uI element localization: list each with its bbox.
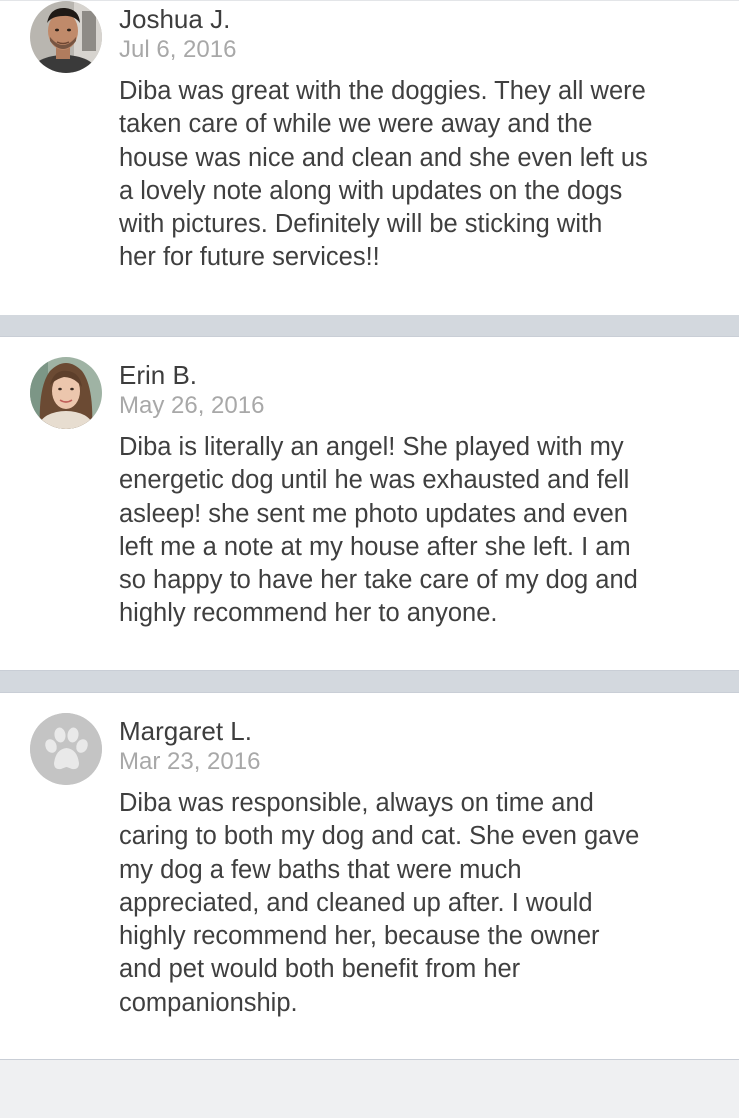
- user-photo-icon: [30, 1, 102, 73]
- review-separator: [0, 315, 739, 336]
- reviewer-name: Margaret L.: [119, 716, 252, 746]
- review-card: Margaret L. Mar 23, 2016 Diba was respon…: [0, 692, 739, 1060]
- review-card: Joshua J. Jul 6, 2016 Diba was great wit…: [0, 0, 739, 315]
- review-date: Mar 23, 2016: [119, 748, 261, 775]
- paw-placeholder-icon: [30, 713, 102, 785]
- user-photo-icon: [30, 357, 102, 429]
- review-date: Jul 6, 2016: [119, 36, 237, 63]
- reviewer-name: Joshua J.: [119, 4, 231, 34]
- review-date: May 26, 2016: [119, 392, 265, 419]
- avatar[interactable]: [30, 713, 102, 785]
- review-text: Diba was responsible, always on time and…: [119, 789, 640, 1017]
- review-card: Erin B. May 26, 2016 Diba is literally a…: [0, 336, 739, 671]
- review-separator: [0, 671, 739, 692]
- avatar[interactable]: [30, 357, 102, 429]
- list-bottom-background: [0, 1060, 739, 1118]
- review-text: Diba was great with the doggies. They al…: [119, 77, 648, 272]
- reviewer-name: Erin B.: [119, 360, 198, 390]
- avatar[interactable]: [30, 1, 102, 73]
- review-text: Diba is literally an angel! She played w…: [119, 433, 638, 628]
